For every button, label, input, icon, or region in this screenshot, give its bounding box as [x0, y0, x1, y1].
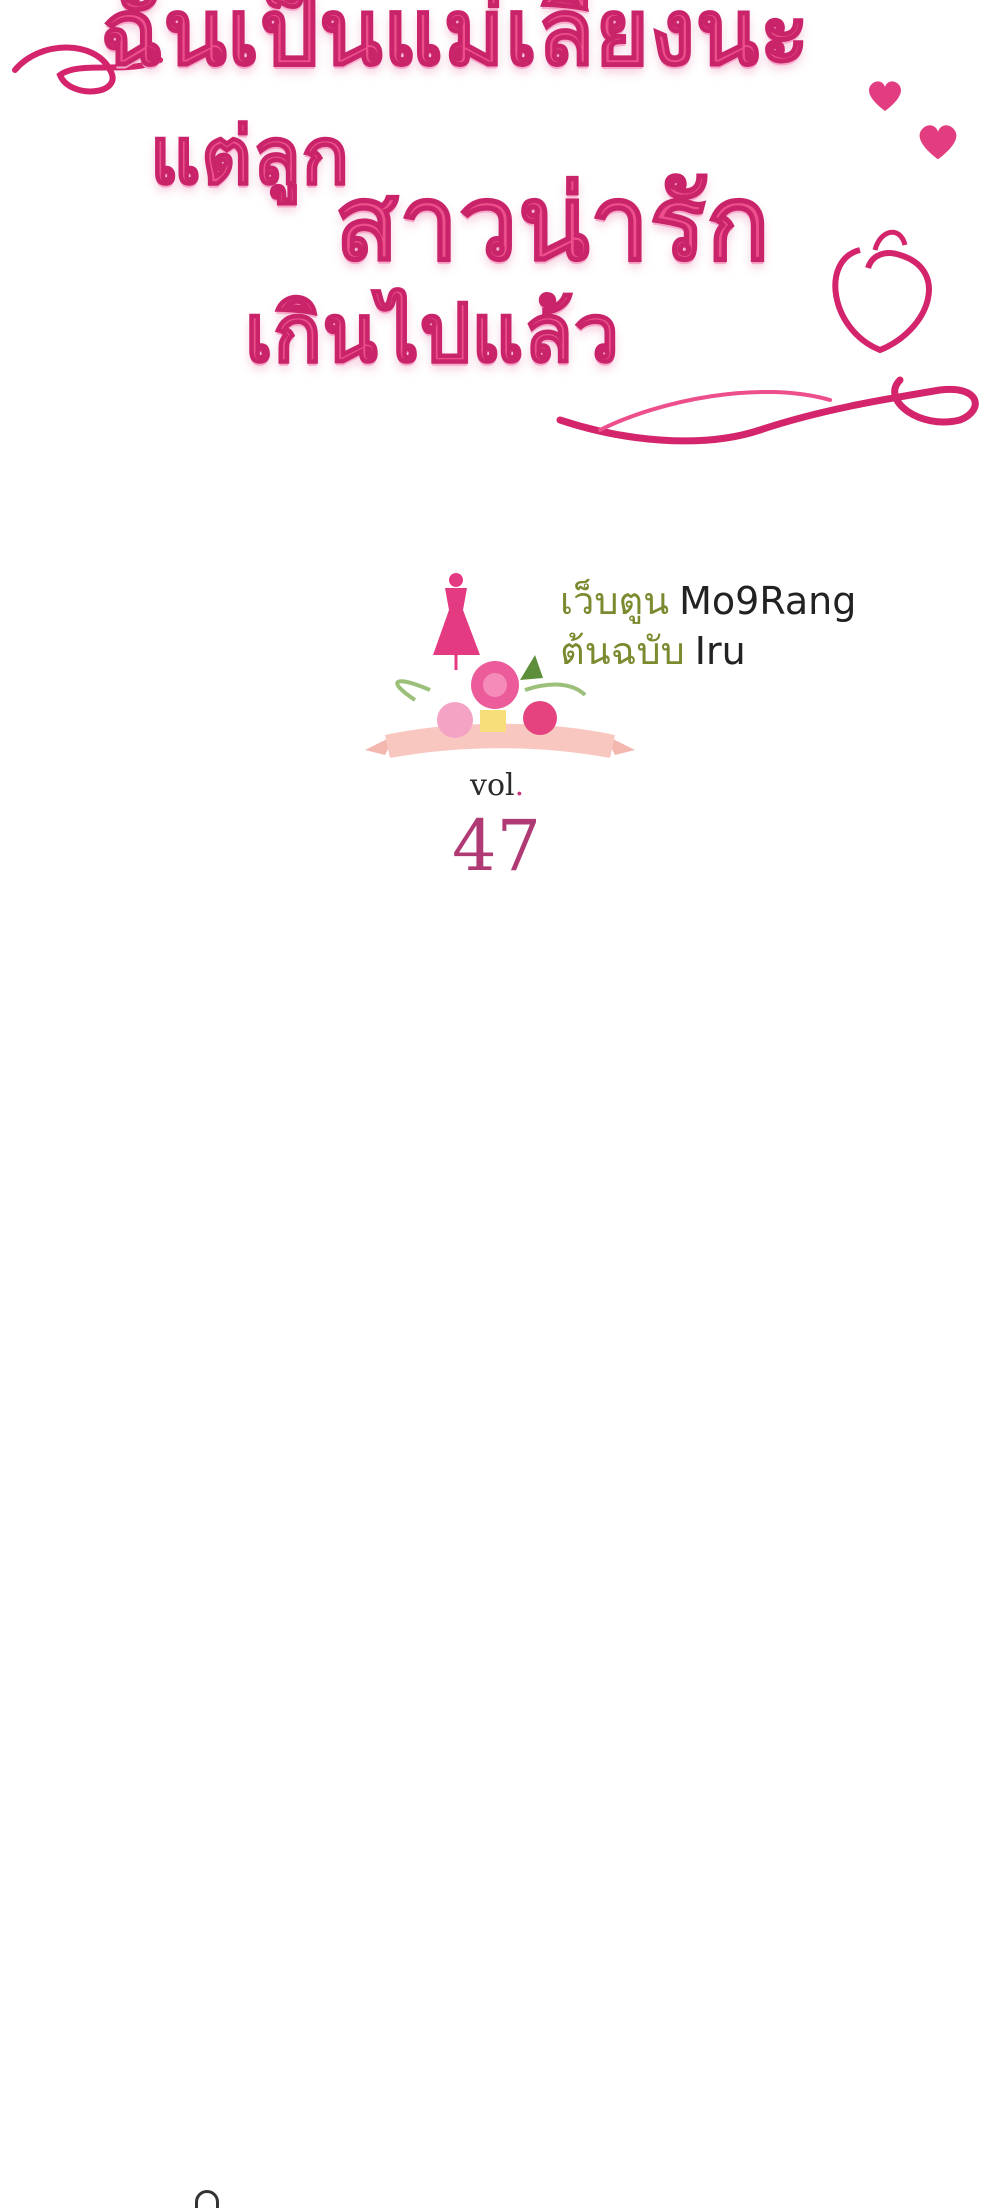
volume-label-text: vol: [470, 768, 515, 803]
title-line-3: เกินไปแล้ว: [244, 285, 620, 381]
credit-original-value: Iru: [694, 629, 746, 673]
volume-label: vol.: [470, 768, 524, 803]
title-line-1: ฉันเป็นแม่เลี้ยงนะ: [99, 0, 811, 87]
volume-number: 47: [452, 805, 542, 887]
series-title-logo: ฉันเป็นแม่เลี้ยงนะ แต่ลูก สาวน่ารัก เกิน…: [0, 0, 1000, 470]
next-panel-fragment: [195, 2190, 219, 2208]
volume-dot: .: [514, 768, 525, 803]
credits-block: เว็บตูน Mo9Rang ต้นฉบับ Iru: [560, 570, 857, 673]
heart-icon: [869, 81, 901, 111]
credit-webtoon: เว็บตูน Mo9Rang: [560, 570, 857, 623]
credit-original: ต้นฉบับ Iru: [560, 620, 856, 673]
credit-original-label: ต้นฉบับ: [560, 629, 685, 673]
heart-icon: [919, 125, 957, 160]
credit-webtoon-value: Mo9Rang: [679, 579, 857, 623]
title-line-2a: แต่ลูก: [149, 110, 350, 203]
